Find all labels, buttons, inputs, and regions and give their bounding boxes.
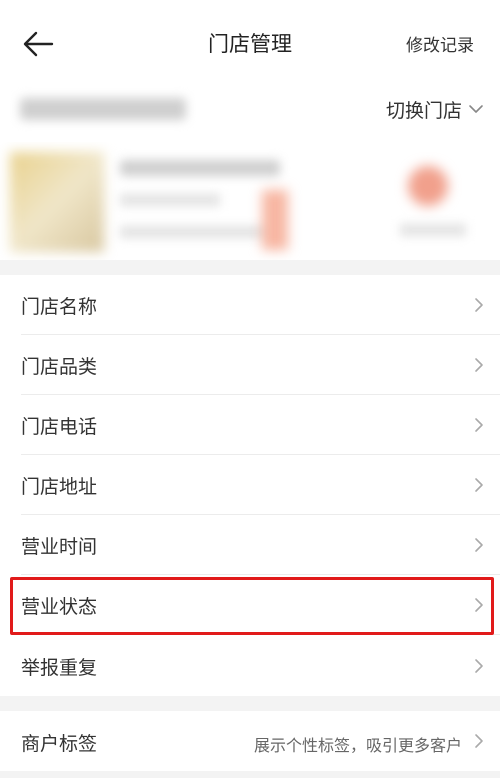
store-settings-list: 门店名称 门店品类 门店电话 门店地址 营业时间 营业状态 举报重复 — [0, 275, 500, 696]
store-name-redacted — [20, 98, 186, 120]
menu-item-label: 商户标签 — [21, 733, 98, 755]
menu-item-label: 门店名称 — [21, 295, 98, 318]
top-bar: 门店管理 修改记录 — [0, 0, 500, 88]
redacted-text — [120, 160, 280, 176]
menu-item-label: 门店电话 — [21, 415, 98, 438]
store-info-card[interactable] — [0, 142, 500, 260]
redacted-text — [120, 194, 220, 206]
back-button[interactable] — [16, 22, 60, 66]
chevron-right-icon — [475, 734, 483, 748]
menu-item-business-hours[interactable]: 营业时间 — [0, 515, 500, 575]
chevron-right-icon — [475, 598, 483, 612]
merchant-tag-description: 展示个性标签，吸引更多客户 — [253, 736, 462, 755]
redacted-text — [120, 226, 270, 238]
menu-item-store-phone[interactable]: 门店电话 — [0, 395, 500, 455]
switch-store-button[interactable]: 切换门店 — [386, 91, 484, 127]
menu-item-label: 门店品类 — [21, 355, 98, 378]
menu-item-business-status[interactable]: 营业状态 — [0, 575, 500, 635]
menu-item-store-category[interactable]: 门店品类 — [0, 335, 500, 395]
chevron-right-icon — [475, 418, 483, 432]
chevron-right-icon — [475, 478, 483, 492]
menu-item-report-duplicate[interactable]: 举报重复 — [0, 636, 500, 696]
store-selector-bar: 切换门店 — [0, 88, 500, 142]
chevron-right-icon — [475, 358, 483, 372]
menu-item-label: 门店地址 — [21, 475, 98, 498]
menu-item-label: 营业状态 — [21, 595, 98, 618]
chevron-down-icon — [469, 105, 483, 113]
switch-store-label: 切换门店 — [385, 99, 462, 122]
chevron-right-icon — [475, 659, 483, 673]
modify-history-link[interactable]: 修改记录 — [406, 31, 474, 56]
menu-item-label: 营业时间 — [21, 535, 98, 558]
menu-item-label: 举报重复 — [21, 656, 98, 679]
store-thumbnail-redacted — [10, 152, 104, 252]
menu-item-store-address[interactable]: 门店地址 — [0, 455, 500, 515]
arrow-left-icon — [23, 31, 54, 57]
chevron-right-icon — [475, 538, 483, 552]
redacted-avatar — [408, 166, 448, 206]
redacted-text — [400, 224, 466, 236]
menu-item-store-name[interactable]: 门店名称 — [0, 275, 500, 335]
divider — [21, 634, 500, 635]
menu-item-merchant-tags[interactable]: 商户标签 展示个性标签，吸引更多客户 — [0, 711, 500, 771]
redacted-badge — [262, 190, 288, 250]
chevron-right-icon — [475, 298, 483, 312]
